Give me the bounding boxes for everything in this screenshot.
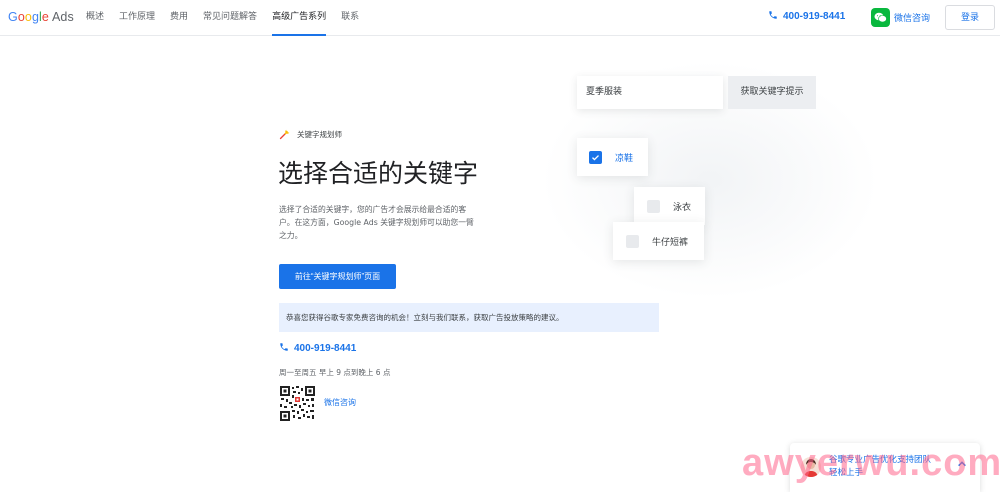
keyword-chip-label: 泳衣	[673, 202, 692, 213]
login-button[interactable]: 登录	[945, 5, 995, 30]
header-wechat-link[interactable]: 微信咨询	[871, 8, 930, 27]
business-hours: 周一至周五 早上 9 点到晚上 6 点	[279, 368, 391, 377]
contact-phone-link[interactable]: 400-919-8441	[279, 342, 356, 354]
logo-letter-o2: o	[24, 10, 32, 24]
keyword-planner-cta-button[interactable]: 前往“关键字规划师”页面	[279, 264, 396, 289]
keyword-chip: 牛仔短裤	[613, 222, 704, 260]
phone-icon	[280, 343, 288, 351]
header-phone-link[interactable]: 400-919-8441	[768, 10, 845, 22]
logo-letter-g: G	[8, 10, 18, 24]
nav-item-how-it-works[interactable]: 工作原理	[119, 0, 155, 36]
keyword-chip: 泳衣	[634, 187, 705, 225]
wechat-icon	[871, 8, 890, 27]
checkbox-empty-icon	[647, 199, 660, 213]
logo-letter-o: o	[17, 10, 25, 24]
keyword-chip-label: 凉鞋	[615, 153, 634, 164]
header-phone-number: 400-919-8441	[783, 11, 846, 22]
logo-letter-e: e	[41, 10, 49, 24]
keyword-chip-label: 牛仔短裤	[652, 237, 689, 248]
keyword-chip: 凉鞋	[577, 138, 648, 176]
watermark: awyerwu.com	[742, 442, 1000, 484]
hero-description-line: 之力。	[279, 231, 303, 240]
phone-icon	[769, 11, 777, 19]
hero-description-line: 选择了合适的关键字，您的广告才会展示给最合适的客	[279, 205, 467, 214]
wrench-icon	[279, 129, 290, 140]
logo-product: Ads	[51, 10, 74, 24]
main-nav: 概述 工作原理 费用 常见问题解答 高级广告系列 联系	[86, 0, 374, 36]
header-wechat-label: 微信咨询	[894, 14, 931, 24]
nav-item-overview[interactable]: 概述	[86, 0, 104, 36]
wechat-qr-code	[279, 385, 316, 422]
wechat-consult-link[interactable]: 微信咨询	[324, 397, 356, 408]
top-header: Google Ads 概述 工作原理 费用 常见问题解答 高级广告系列 联系 40…	[0, 0, 1000, 36]
illustration-get-ideas-button: 获取关键字提示	[728, 76, 816, 109]
nav-item-faq[interactable]: 常见问题解答	[203, 0, 257, 36]
checkbox-empty-icon	[626, 234, 639, 248]
keyword-planner-tag-label: 关键字规划师	[297, 129, 342, 139]
page-title: 选择合适的关键字	[278, 159, 479, 188]
google-ads-logo[interactable]: Google Ads	[8, 10, 74, 24]
promo-banner: 恭喜您获得谷歌专家免费咨询的机会！立刻与我们联系，获取广告投放策略的建议。	[279, 303, 659, 332]
page: Google Ads 概述 工作原理 费用 常见问题解答 高级广告系列 联系 40…	[0, 0, 1000, 492]
illustration-keyword-input: 夏季服装	[577, 76, 723, 109]
hero-description-line: 户。在这方面，Google Ads 关键字规划师可以助您一臂	[279, 218, 474, 227]
nav-item-contact[interactable]: 联系	[341, 0, 359, 36]
hero-description: 选择了合适的关键字，您的广告才会展示给最合适的客 户。在这方面，Google A…	[279, 203, 491, 242]
keyword-planner-tag: 关键字规划师	[279, 128, 342, 140]
logo-letter-g2: g	[31, 10, 40, 24]
nav-item-advanced-campaigns[interactable]: 高级广告系列	[272, 0, 327, 36]
checkbox-checked-icon	[589, 150, 602, 164]
contact-phone-number: 400-919-8441	[294, 343, 357, 354]
nav-item-cost[interactable]: 费用	[170, 0, 188, 36]
